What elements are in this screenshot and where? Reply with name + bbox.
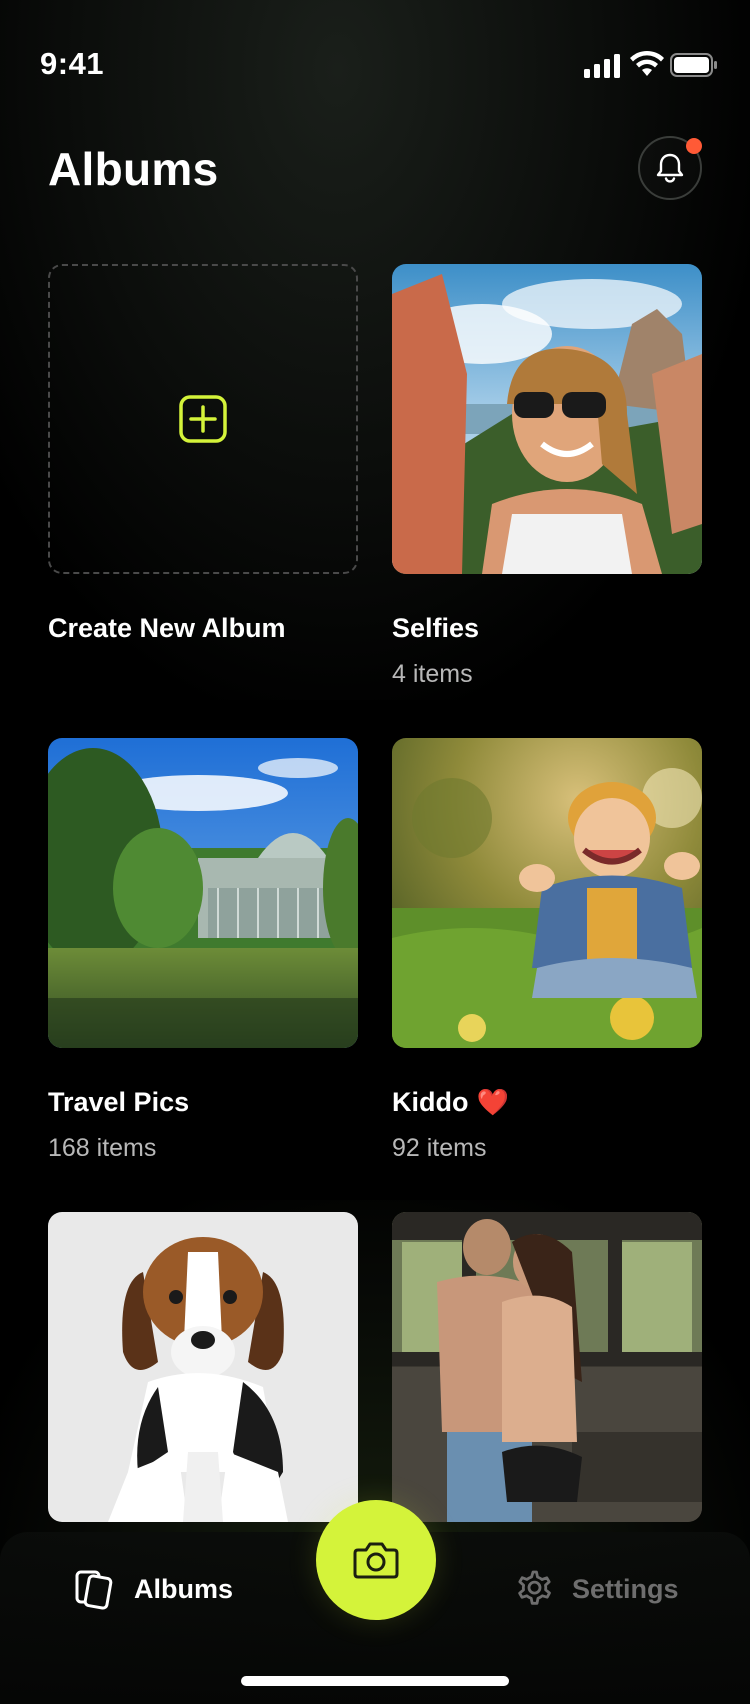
album-thumbnail-travel-pics[interactable]: [48, 738, 358, 1048]
page-title: Albums: [48, 143, 219, 195]
notifications-button[interactable]: [638, 136, 702, 200]
heart-emoji: ❤️: [476, 1086, 509, 1117]
album-card-create[interactable]: Create New Album: [48, 264, 358, 644]
status-time: 9:41: [40, 46, 105, 81]
albums-icon: [75, 1570, 113, 1610]
album-count: 168 items: [48, 1134, 157, 1162]
cellular-signal-icon: [584, 54, 620, 78]
home-indicator: [241, 1676, 509, 1686]
bell-icon: [656, 153, 684, 183]
tab-settings[interactable]: Settings: [512, 1568, 679, 1610]
album-name: Travel Pics: [48, 1086, 190, 1117]
tab-settings-label: Settings: [572, 1573, 679, 1604]
travel-photo: [48, 738, 358, 1048]
create-album-tile[interactable]: [48, 264, 358, 574]
album-card-travel-pics[interactable]: Travel Pics 168 items: [48, 738, 358, 1163]
tab-albums-label: Albums: [134, 1573, 234, 1604]
album-count: 92 items: [392, 1134, 487, 1162]
album-card-couple[interactable]: [392, 1212, 702, 1522]
gear-icon: [518, 1570, 551, 1605]
album-card-kiddo[interactable]: Kiddo ❤️ 92 items: [392, 738, 702, 1163]
wifi-icon: [630, 50, 664, 76]
camera-icon: [353, 1542, 399, 1579]
album-thumbnail-kiddo[interactable]: [392, 738, 702, 1048]
notification-badge: [686, 138, 702, 154]
album-name: Kiddo ❤️: [392, 1086, 702, 1118]
status-bar: 9:41: [0, 0, 750, 110]
album-thumbnail-couple[interactable]: [392, 1212, 702, 1522]
album-name: Create New Album: [48, 612, 286, 643]
selfie-photo: [392, 264, 702, 574]
album-name: Selfies: [392, 612, 480, 643]
album-thumbnail-selfies[interactable]: [392, 264, 702, 574]
album-card-dog[interactable]: [48, 1212, 358, 1522]
battery-icon: [670, 53, 717, 77]
kiddo-photo: [392, 738, 702, 1048]
album-name-text: Kiddo: [392, 1086, 469, 1117]
camera-button[interactable]: [316, 1500, 436, 1620]
album-count: 4 items: [392, 660, 473, 688]
dog-photo: [48, 1212, 358, 1522]
album-card-selfies[interactable]: Selfies 4 items: [392, 264, 702, 689]
album-thumbnail-dog[interactable]: [48, 1212, 358, 1522]
plus-square-icon: [179, 395, 227, 443]
tab-albums[interactable]: Albums: [74, 1568, 233, 1610]
couple-photo: [392, 1212, 702, 1522]
